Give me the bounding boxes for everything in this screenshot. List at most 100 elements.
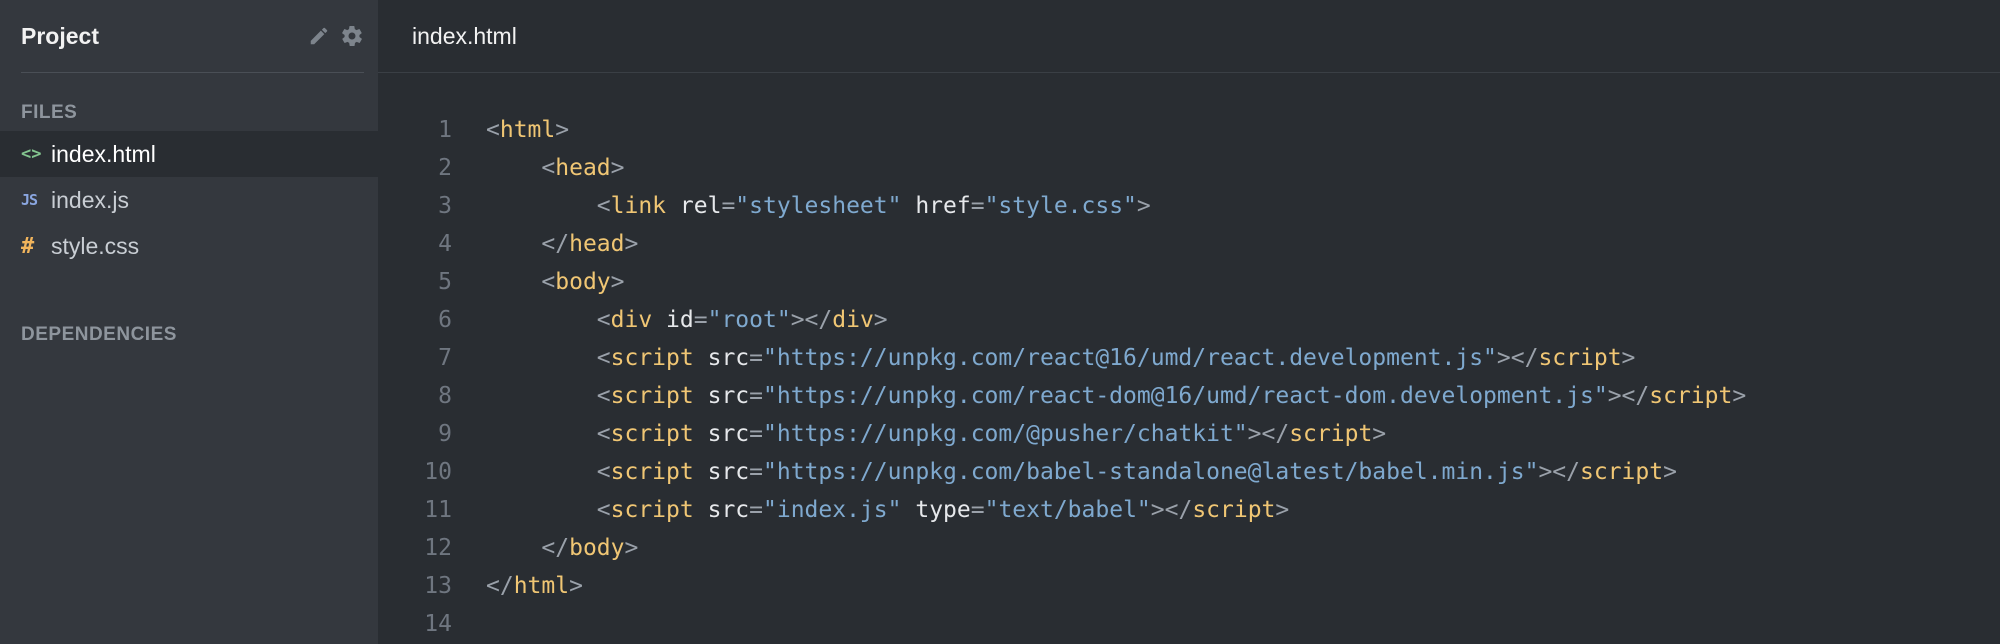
code-string: "stylesheet" xyxy=(735,193,902,219)
file-list: <> index.html JS index.js # style.css xyxy=(0,131,378,269)
code-punctuation: > xyxy=(1663,459,1677,485)
code-text: <script src="https://unpkg.com/babel-sta… xyxy=(452,453,1677,491)
tab-index-html[interactable]: index.html xyxy=(412,23,517,50)
file-name: index.js xyxy=(51,186,129,213)
code-line[interactable]: 13 </html> xyxy=(378,567,2000,605)
code-attribute: src xyxy=(707,459,750,485)
code-punctuation xyxy=(901,193,915,219)
app-window: Project FILES <> index.html JS index.js … xyxy=(0,0,2000,644)
file-item-style-css[interactable]: # style.css xyxy=(0,223,378,269)
line-number: 6 xyxy=(438,307,452,333)
code-punctuation xyxy=(901,497,915,523)
code-area[interactable]: 1 <html> 2 <head> 3 <link rel="stylesheet" … xyxy=(378,111,2000,643)
code-punctuation: > xyxy=(624,535,639,561)
code-line[interactable]: 14 xyxy=(378,605,2000,643)
code-line[interactable]: 12 </body> xyxy=(378,529,2000,567)
code-punctuation: < xyxy=(596,421,611,447)
code-text: <script src="https://unpkg.com/react-dom… xyxy=(452,377,1746,415)
code-attribute: src xyxy=(707,497,750,523)
code-punctuation: = xyxy=(693,307,708,333)
line-number: 12 xyxy=(424,535,452,561)
code-string: "root" xyxy=(707,307,791,333)
code-attribute: src xyxy=(707,383,750,409)
file-item-index-html[interactable]: <> index.html xyxy=(0,131,378,177)
gear-icon[interactable] xyxy=(340,24,364,48)
code-line[interactable]: 9 <script src="https://unpkg.com/@pusher… xyxy=(378,415,2000,453)
code-tag-name: html xyxy=(499,117,556,143)
code-tag-name: script xyxy=(610,497,694,523)
code-punctuation xyxy=(694,497,708,523)
code-attribute: src xyxy=(707,421,750,447)
code-punctuation xyxy=(694,345,708,371)
code-line[interactable]: 7 <script src="https://unpkg.com/react@1… xyxy=(378,339,2000,377)
code-line[interactable]: 5 <body> xyxy=(378,263,2000,301)
file-item-index-js[interactable]: JS index.js xyxy=(0,177,378,223)
project-title: Project xyxy=(21,22,99,49)
code-punctuation: > xyxy=(555,117,570,143)
line-number: 5 xyxy=(438,269,452,295)
sidebar-header: Project xyxy=(21,0,364,73)
code-tag-name: head xyxy=(555,155,611,181)
code-line[interactable]: 8 <script src="https://unpkg.com/react-d… xyxy=(378,377,2000,415)
dependencies-section-label[interactable]: DEPENDENCIES xyxy=(0,321,378,349)
code-text: <script src="https://unpkg.com/react@16/… xyxy=(452,339,1636,377)
code-punctuation: < xyxy=(486,117,500,143)
files-section-label: FILES xyxy=(21,102,78,123)
code-editor: index.html 1 <html> 2 <head> 3 <link rel="s… xyxy=(378,0,2000,644)
code-punctuation xyxy=(694,383,708,409)
code-string: "style.css" xyxy=(984,193,1137,219)
code-text: <link rel="stylesheet" href="style.css"> xyxy=(452,187,1151,225)
line-number: 10 xyxy=(424,459,452,485)
code-punctuation: > xyxy=(610,269,625,295)
code-punctuation: ></ xyxy=(1150,497,1193,523)
code-tag-name: script xyxy=(1192,497,1276,523)
code-line[interactable]: 3 <link rel="stylesheet" href="style.css… xyxy=(378,187,2000,225)
code-punctuation: < xyxy=(596,345,611,371)
code-punctuation: > xyxy=(1136,193,1151,219)
editor-tab-bar: index.html xyxy=(378,0,2000,73)
code-tag-name: script xyxy=(610,383,694,409)
code-tag-name: body xyxy=(555,269,611,295)
code-line[interactable]: 6 <div id="root"></div> xyxy=(378,301,2000,339)
code-punctuation: < xyxy=(596,459,611,485)
code-punctuation: = xyxy=(970,497,985,523)
code-punctuation: = xyxy=(749,345,763,371)
code-text: <script src="index.js" type="text/babel"… xyxy=(452,491,1289,529)
line-number: 1 xyxy=(438,117,452,143)
file-name: style.css xyxy=(51,232,140,259)
code-tag-name: body xyxy=(569,535,625,561)
code-punctuation: ></ xyxy=(1247,421,1290,447)
code-punctuation xyxy=(652,307,666,333)
code-punctuation: > xyxy=(1372,421,1387,447)
code-punctuation: ></ xyxy=(1538,459,1580,485)
code-text: <head> xyxy=(452,149,625,187)
code-text: </html> xyxy=(452,567,583,605)
code-line[interactable]: 4 </head> xyxy=(378,225,2000,263)
code-line[interactable]: 10 <script src="https://unpkg.com/babel-… xyxy=(378,453,2000,491)
file-name: index.html xyxy=(51,140,156,167)
code-punctuation: </ xyxy=(541,231,570,257)
sidebar-actions xyxy=(308,24,364,48)
code-text: </head> xyxy=(452,225,638,263)
code-tag-name: div xyxy=(610,307,653,333)
code-punctuation: = xyxy=(970,193,985,219)
line-number: 7 xyxy=(438,345,452,371)
code-punctuation: < xyxy=(596,497,611,523)
code-tag-name: script xyxy=(1538,345,1622,371)
code-attribute: rel xyxy=(679,193,722,219)
code-punctuation: > xyxy=(610,155,625,181)
code-punctuation: < xyxy=(541,155,556,181)
code-punctuation: = xyxy=(749,459,763,485)
sidebar: Project FILES <> index.html JS index.js … xyxy=(0,0,378,644)
pencil-icon[interactable] xyxy=(308,25,330,47)
line-number: 3 xyxy=(438,193,452,219)
code-string: "index.js" xyxy=(763,497,902,523)
code-punctuation: > xyxy=(1732,383,1747,409)
hash-icon: # xyxy=(21,233,35,259)
code-string: "https://unpkg.com/react@16/umd/react.de… xyxy=(763,345,1497,371)
code-tag-name: script xyxy=(610,345,694,371)
code-line[interactable]: 1 <html> xyxy=(378,111,2000,149)
code-punctuation: < xyxy=(596,383,611,409)
code-line[interactable]: 11 <script src="index.js" type="text/bab… xyxy=(378,491,2000,529)
code-line[interactable]: 2 <head> xyxy=(378,149,2000,187)
